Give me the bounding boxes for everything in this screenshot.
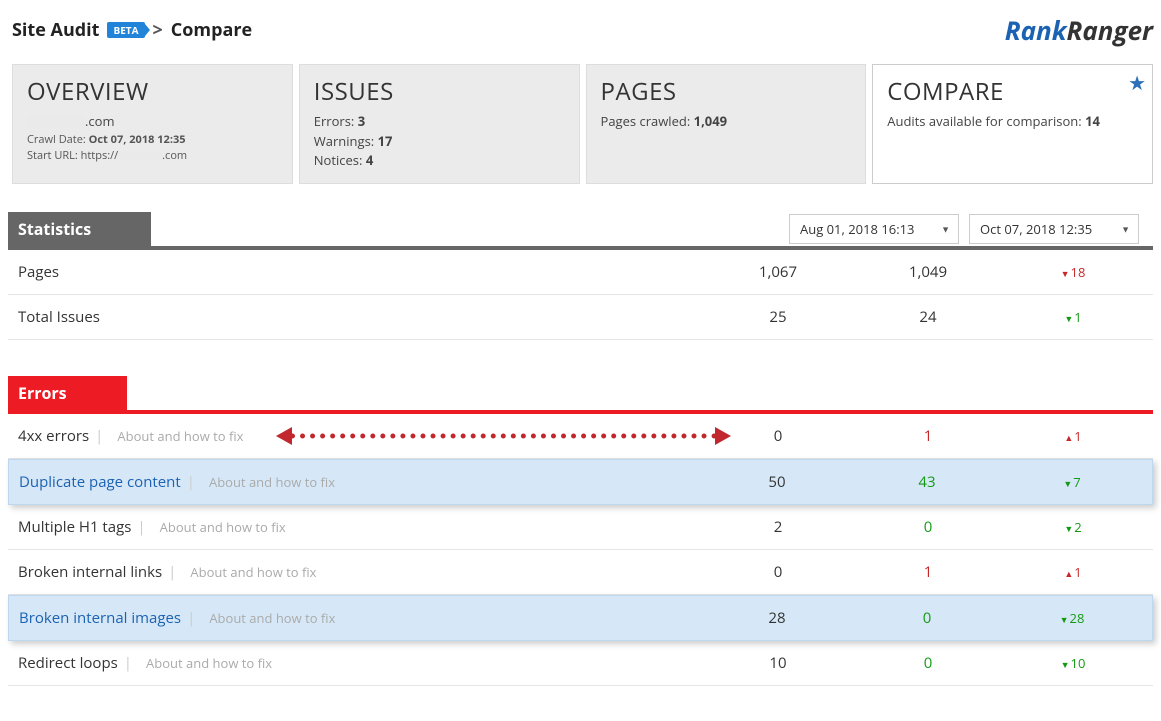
row-value-b: 43 xyxy=(852,472,1002,492)
table-row: Broken internal images|About and how to … xyxy=(8,595,1153,641)
about-link[interactable]: About and how to fix xyxy=(146,654,272,672)
row-label: Total Issues xyxy=(18,307,703,327)
table-row: Redirect loops|About and how to fix10010 xyxy=(8,641,1153,686)
about-link[interactable]: About and how to fix xyxy=(190,563,316,581)
row-label: Pages xyxy=(18,262,703,282)
row-value-a: 0 xyxy=(703,562,853,582)
row-delta: 28 xyxy=(1002,609,1142,627)
breadcrumb: Site Audit BETA > Compare xyxy=(12,18,252,42)
tab-pages[interactable]: PAGES Pages crawled: 1,049 xyxy=(586,64,867,184)
row-value-b: 1 xyxy=(853,562,1003,582)
row-delta: 1 xyxy=(1003,563,1143,581)
tab-issues-title: ISSUES xyxy=(314,75,565,108)
statistics-header: Statistics xyxy=(8,212,151,246)
tab-overview[interactable]: OVERVIEW .com Crawl Date: Oct 07, 2018 1… xyxy=(12,64,293,184)
compare-available: Audits available for comparison: 14 xyxy=(887,112,1138,132)
table-row: Duplicate page content|About and how to … xyxy=(8,459,1153,505)
about-link[interactable]: About and how to fix xyxy=(209,609,335,627)
error-name[interactable]: Multiple H1 tags xyxy=(18,517,131,537)
overview-start-url: Start URL: https://.com xyxy=(27,148,278,165)
row-value-b: 0 xyxy=(853,653,1003,673)
row-value-a: 10 xyxy=(703,653,853,673)
error-name[interactable]: Duplicate page content xyxy=(19,472,181,492)
row-value-b: 0 xyxy=(852,608,1002,628)
overview-crawl-date: Crawl Date: Oct 07, 2018 12:35 xyxy=(27,132,278,149)
issues-warnings: Warnings: 17 xyxy=(314,132,565,152)
about-link[interactable]: About and how to fix xyxy=(209,473,335,491)
tab-compare-title: COMPARE xyxy=(887,75,1138,108)
row-value-a: 25 xyxy=(703,307,853,327)
row-value-b: 0 xyxy=(853,517,1003,537)
about-link[interactable]: About and how to fix xyxy=(160,518,286,536)
statistics-table: Pages1,0671,04918Total Issues25241 xyxy=(8,250,1153,340)
row-delta: 10 xyxy=(1003,654,1143,672)
row-value-a: 50 xyxy=(702,472,852,492)
row-value-b: 1,049 xyxy=(853,262,1003,282)
errors-table: 4xx errors|About and how to fix011Duplic… xyxy=(8,414,1153,686)
table-row: Pages1,0671,04918 xyxy=(8,250,1153,295)
table-row: Multiple H1 tags|About and how to fix202 xyxy=(8,505,1153,550)
brand-logo: RankRanger xyxy=(1005,12,1153,48)
row-label: 4xx errors|About and how to fix xyxy=(18,426,703,446)
date-select-a[interactable]: Aug 01, 2018 16:13 xyxy=(789,214,959,244)
row-value-a: 0 xyxy=(703,426,853,446)
table-row: Total Issues25241 xyxy=(8,295,1153,340)
row-label: Duplicate page content|About and how to … xyxy=(19,472,702,492)
table-row: Broken internal links|About and how to f… xyxy=(8,550,1153,595)
row-value-b: 24 xyxy=(853,307,1003,327)
star-icon[interactable]: ★ xyxy=(1128,69,1146,96)
overview-domain: .com xyxy=(27,112,278,132)
error-name[interactable]: 4xx errors xyxy=(18,426,89,446)
summary-tabs: OVERVIEW .com Crawl Date: Oct 07, 2018 1… xyxy=(12,64,1153,184)
row-value-b: 1 xyxy=(853,426,1003,446)
error-name[interactable]: Broken internal links xyxy=(18,562,162,582)
error-name[interactable]: Broken internal images xyxy=(19,608,181,628)
row-value-a: 28 xyxy=(702,608,852,628)
date-select-b[interactable]: Oct 07, 2018 12:35 xyxy=(969,214,1139,244)
beta-badge: BETA xyxy=(107,22,144,38)
row-delta: 18 xyxy=(1003,263,1143,281)
tab-compare[interactable]: ★ COMPARE Audits available for compariso… xyxy=(872,64,1153,184)
row-delta: 1 xyxy=(1003,308,1143,326)
pages-crawled: Pages crawled: 1,049 xyxy=(601,112,852,132)
errors-header: Errors xyxy=(8,376,127,410)
tab-overview-title: OVERVIEW xyxy=(27,75,278,108)
row-delta: 1 xyxy=(1003,427,1143,445)
tab-pages-title: PAGES xyxy=(601,75,852,108)
error-name[interactable]: Redirect loops xyxy=(18,653,118,673)
breadcrumb-separator: > xyxy=(153,18,163,42)
table-row: 4xx errors|About and how to fix011 xyxy=(8,414,1153,459)
row-delta: 7 xyxy=(1002,473,1142,491)
about-link[interactable]: About and how to fix xyxy=(117,427,243,445)
row-delta: 2 xyxy=(1003,518,1143,536)
issues-errors: Errors: 3 xyxy=(314,112,565,132)
tab-issues[interactable]: ISSUES Errors: 3 Warnings: 17 Notices: 4 xyxy=(299,64,580,184)
row-value-a: 2 xyxy=(703,517,853,537)
row-label: Multiple H1 tags|About and how to fix xyxy=(18,517,703,537)
row-label: Redirect loops|About and how to fix xyxy=(18,653,703,673)
issues-notices: Notices: 4 xyxy=(314,151,565,171)
row-label: Broken internal images|About and how to … xyxy=(19,608,702,628)
row-label: Broken internal links|About and how to f… xyxy=(18,562,703,582)
row-value-a: 1,067 xyxy=(703,262,853,282)
breadcrumb-current: Compare xyxy=(171,18,252,42)
breadcrumb-root[interactable]: Site Audit xyxy=(12,18,99,42)
